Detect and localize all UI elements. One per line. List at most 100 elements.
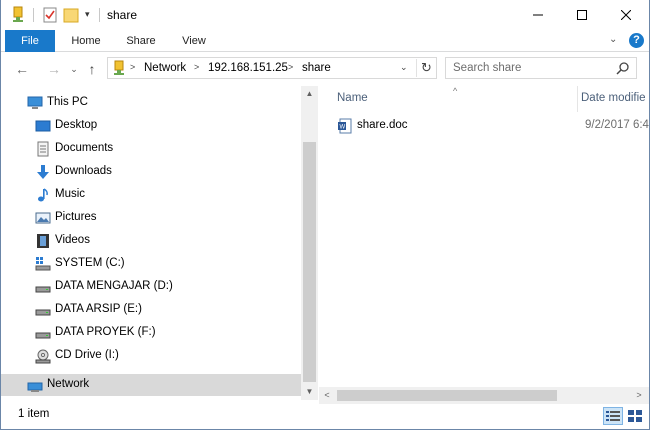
checklist-icon[interactable] — [43, 6, 57, 24]
address-bar[interactable]: > Network > 192.168.151.25 > share ⌄ ↻ — [107, 57, 437, 79]
quick-access-dropdown-icon[interactable]: ▾ — [85, 9, 90, 20]
sidebar-item-label: Network — [47, 378, 90, 390]
column-header-date-modified[interactable]: Date modifie — [581, 92, 646, 104]
large-icons-view-button[interactable] — [625, 407, 645, 425]
file-row[interactable]: W share.doc 9/2/2017 6:4 — [337, 116, 649, 136]
maximize-icon — [577, 10, 587, 20]
navigation-pane: This PC Desktop Documents Downloads Musi… — [1, 86, 301, 400]
sidebar-item-documents[interactable]: Documents — [1, 138, 301, 160]
sidebar-item-label: CD Drive (I:) — [55, 349, 119, 361]
network-icon — [27, 377, 43, 393]
forward-button[interactable]: → — [45, 60, 63, 78]
videos-icon — [35, 233, 51, 249]
sidebar-item-downloads[interactable]: Downloads — [1, 161, 301, 183]
minimize-icon — [533, 14, 543, 16]
scroll-right-icon[interactable]: > — [631, 387, 647, 404]
file-date-modified: 9/2/2017 6:4 — [585, 119, 649, 131]
sidebar-item-label: Videos — [55, 234, 90, 246]
desktop-icon — [35, 118, 51, 134]
file-list-pane: ^ Name Date modifie W share.doc 9/2/2017… — [319, 86, 649, 400]
breadcrumb-share[interactable]: share — [302, 62, 331, 74]
sidebar-item-label: DATA MENGAJAR (D:) — [55, 280, 173, 292]
sidebar-item-desktop[interactable]: Desktop — [1, 115, 301, 137]
sidebar-item-label: Downloads — [55, 165, 112, 177]
expand-ribbon-icon[interactable]: ⌄ — [609, 34, 617, 45]
scroll-up-icon[interactable]: ▲ — [301, 86, 318, 102]
refresh-icon[interactable]: ↻ — [416, 59, 436, 77]
sidebar-item-label: DATA PROYEK (F:) — [55, 326, 156, 338]
quick-access-separator — [33, 8, 34, 22]
navigation-bar: ← → ⌄ ↑ > Network > 192.168.151.25 > sha… — [1, 52, 649, 86]
search-input[interactable]: Search share — [445, 57, 637, 79]
drive-icon — [35, 302, 51, 318]
file-explorer-window: ▾ share File Home Share View ⌄ ? ← → ⌄ ↑… — [0, 0, 650, 430]
sidebar-item-label: DATA ARSIP (E:) — [55, 303, 142, 315]
window-title: share — [107, 8, 138, 22]
word-document-icon: W — [337, 118, 353, 137]
search-icon — [616, 61, 630, 78]
file-name: share.doc — [357, 119, 408, 131]
documents-icon — [35, 141, 51, 157]
help-icon[interactable]: ? — [629, 33, 644, 48]
breadcrumb-separator[interactable]: > — [130, 62, 135, 72]
breadcrumb-network[interactable]: Network — [144, 62, 186, 74]
sidebar-item-label: Music — [55, 188, 86, 200]
close-button[interactable] — [603, 0, 649, 30]
sidebar-item-data-arsip-e[interactable]: DATA ARSIP (E:) — [1, 299, 301, 321]
tab-file[interactable]: File — [5, 30, 55, 52]
recent-locations-icon[interactable]: ⌄ — [65, 60, 83, 78]
downloads-icon — [35, 164, 51, 180]
file-list-horizontal-scrollbar[interactable]: < > — [319, 387, 649, 404]
drive-icon — [35, 325, 51, 341]
sidebar-item-label: Pictures — [55, 211, 97, 223]
maximize-button[interactable] — [559, 0, 605, 30]
tab-home[interactable]: Home — [59, 30, 113, 52]
column-divider[interactable] — [577, 86, 578, 112]
large-icons-view-icon — [628, 410, 642, 422]
tab-view[interactable]: View — [169, 30, 219, 52]
location-icon — [112, 60, 126, 79]
tab-share[interactable]: Share — [115, 30, 167, 52]
sidebar-item-data-mengajar-d[interactable]: DATA MENGAJAR (D:) — [1, 276, 301, 298]
breadcrumb-host[interactable]: 192.168.151.25 — [208, 62, 288, 74]
cd-drive-icon — [35, 348, 51, 364]
address-dropdown-icon[interactable]: ⌄ — [400, 62, 408, 73]
item-count: 1 item — [18, 408, 50, 420]
navigation-pane-scrollbar[interactable]: ▲ ▼ — [301, 86, 318, 400]
sidebar-item-system-c[interactable]: SYSTEM (C:) — [1, 253, 301, 275]
back-button[interactable]: ← — [13, 60, 31, 78]
scroll-left-icon[interactable]: < — [319, 387, 335, 404]
breadcrumb-separator[interactable]: > — [288, 62, 293, 72]
sidebar-item-label: Documents — [55, 142, 114, 154]
column-header-name[interactable]: Name — [337, 92, 368, 104]
scrollbar-thumb[interactable] — [337, 390, 557, 401]
pictures-icon — [35, 210, 51, 226]
sidebar-item-music[interactable]: Music — [1, 184, 301, 206]
drive-icon — [35, 279, 51, 295]
sidebar-item-network[interactable]: Network — [1, 374, 301, 396]
title-separator — [99, 8, 100, 22]
status-bar: 1 item — [1, 404, 649, 428]
search-placeholder: Search share — [453, 62, 522, 74]
sidebar-item-label: SYSTEM (C:) — [55, 257, 125, 269]
sidebar-item-pictures[interactable]: Pictures — [1, 207, 301, 229]
sidebar-item-cd-drive-i[interactable]: CD Drive (I:) — [1, 345, 301, 367]
new-folder-icon[interactable] — [63, 6, 79, 24]
sidebar-item-label: Desktop — [55, 119, 98, 131]
up-button[interactable]: ↑ — [83, 60, 101, 78]
sidebar-item-this-pc[interactable]: This PC — [1, 92, 301, 114]
properties-icon[interactable] — [11, 6, 25, 24]
minimize-button[interactable] — [515, 0, 561, 30]
system-drive-icon — [35, 256, 51, 272]
music-icon — [35, 187, 51, 203]
ribbon-tabs: File Home Share View ⌄ ? — [1, 30, 649, 52]
breadcrumb-separator[interactable]: > — [194, 62, 199, 72]
sidebar-item-videos[interactable]: Videos — [1, 230, 301, 252]
this-pc-icon — [27, 95, 43, 111]
close-icon — [621, 10, 631, 20]
scrollbar-thumb[interactable] — [303, 142, 316, 382]
sidebar-item-data-proyek-f[interactable]: DATA PROYEK (F:) — [1, 322, 301, 344]
scroll-down-icon[interactable]: ▼ — [301, 384, 318, 400]
svg-text:W: W — [340, 125, 346, 131]
details-view-button[interactable] — [603, 407, 623, 425]
